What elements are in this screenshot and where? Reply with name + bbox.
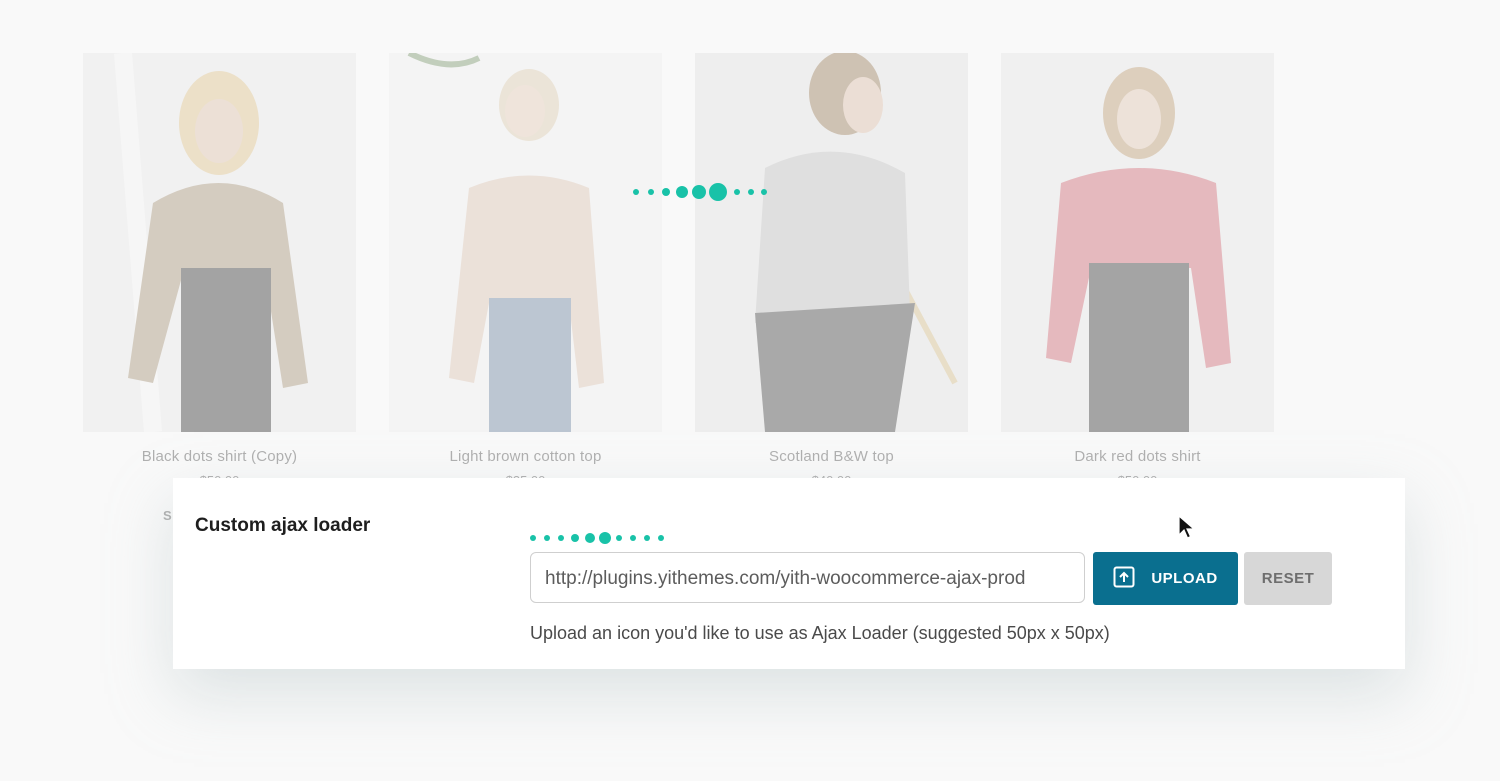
product-grid: Black dots shirt (Copy) $50.00 Light bro… xyxy=(83,53,1283,523)
loader-dot xyxy=(630,535,636,541)
loader-dot xyxy=(571,534,579,542)
upload-icon xyxy=(1113,566,1135,592)
ajax-loader-small-preview xyxy=(530,531,670,545)
product-title[interactable]: Dark red dots shirt xyxy=(1001,448,1274,465)
loader-dot xyxy=(761,189,767,195)
loader-dot xyxy=(648,189,654,195)
ajax-loader-preview xyxy=(633,182,773,202)
upload-button[interactable]: UPLOAD xyxy=(1093,552,1238,605)
product-title[interactable]: Black dots shirt (Copy) xyxy=(83,448,356,465)
loader-dot xyxy=(544,535,550,541)
setting-label: Custom ajax loader xyxy=(195,515,371,536)
loader-dot xyxy=(530,535,536,541)
loader-dot xyxy=(662,188,670,196)
product-card[interactable]: Scotland B&W top $40.00 xyxy=(695,53,968,483)
product-title[interactable]: Scotland B&W top xyxy=(695,448,968,465)
loader-dot xyxy=(585,533,595,543)
product-title[interactable]: Light brown cotton top xyxy=(389,448,662,465)
product-image[interactable] xyxy=(695,53,968,432)
loader-dot xyxy=(616,535,622,541)
help-text: Upload an icon you'd like to use as Ajax… xyxy=(530,623,1110,643)
upload-button-label: UPLOAD xyxy=(1151,570,1218,587)
reset-button[interactable]: RESET xyxy=(1244,552,1332,605)
loader-dot xyxy=(599,532,611,544)
loader-dot xyxy=(692,185,706,199)
product-image[interactable] xyxy=(83,53,356,432)
product-image[interactable] xyxy=(1001,53,1274,432)
loader-dot xyxy=(734,189,740,195)
loader-dot xyxy=(709,183,727,201)
loader-dot xyxy=(748,189,754,195)
loader-dot xyxy=(558,535,564,541)
product-card[interactable]: Light brown cotton top $35.00 xyxy=(389,53,662,483)
product-card[interactable]: Dark red dots shirt $50.00 xyxy=(1001,53,1274,483)
loader-dot xyxy=(676,186,688,198)
loader-dot xyxy=(633,189,639,195)
loader-url-input[interactable]: http://plugins.yithemes.com/yith-woocomm… xyxy=(530,552,1085,603)
loader-dot xyxy=(644,535,650,541)
settings-panel: Custom ajax loader http://plugins.yithem… xyxy=(173,478,1405,669)
loader-dot xyxy=(658,535,664,541)
product-button-partial[interactable]: S xyxy=(163,508,172,523)
page: Black dots shirt (Copy) $50.00 Light bro… xyxy=(0,0,1500,781)
product-image[interactable] xyxy=(389,53,662,432)
product-card[interactable]: Black dots shirt (Copy) $50.00 xyxy=(83,53,356,483)
mouse-pointer-icon xyxy=(1178,514,1196,546)
